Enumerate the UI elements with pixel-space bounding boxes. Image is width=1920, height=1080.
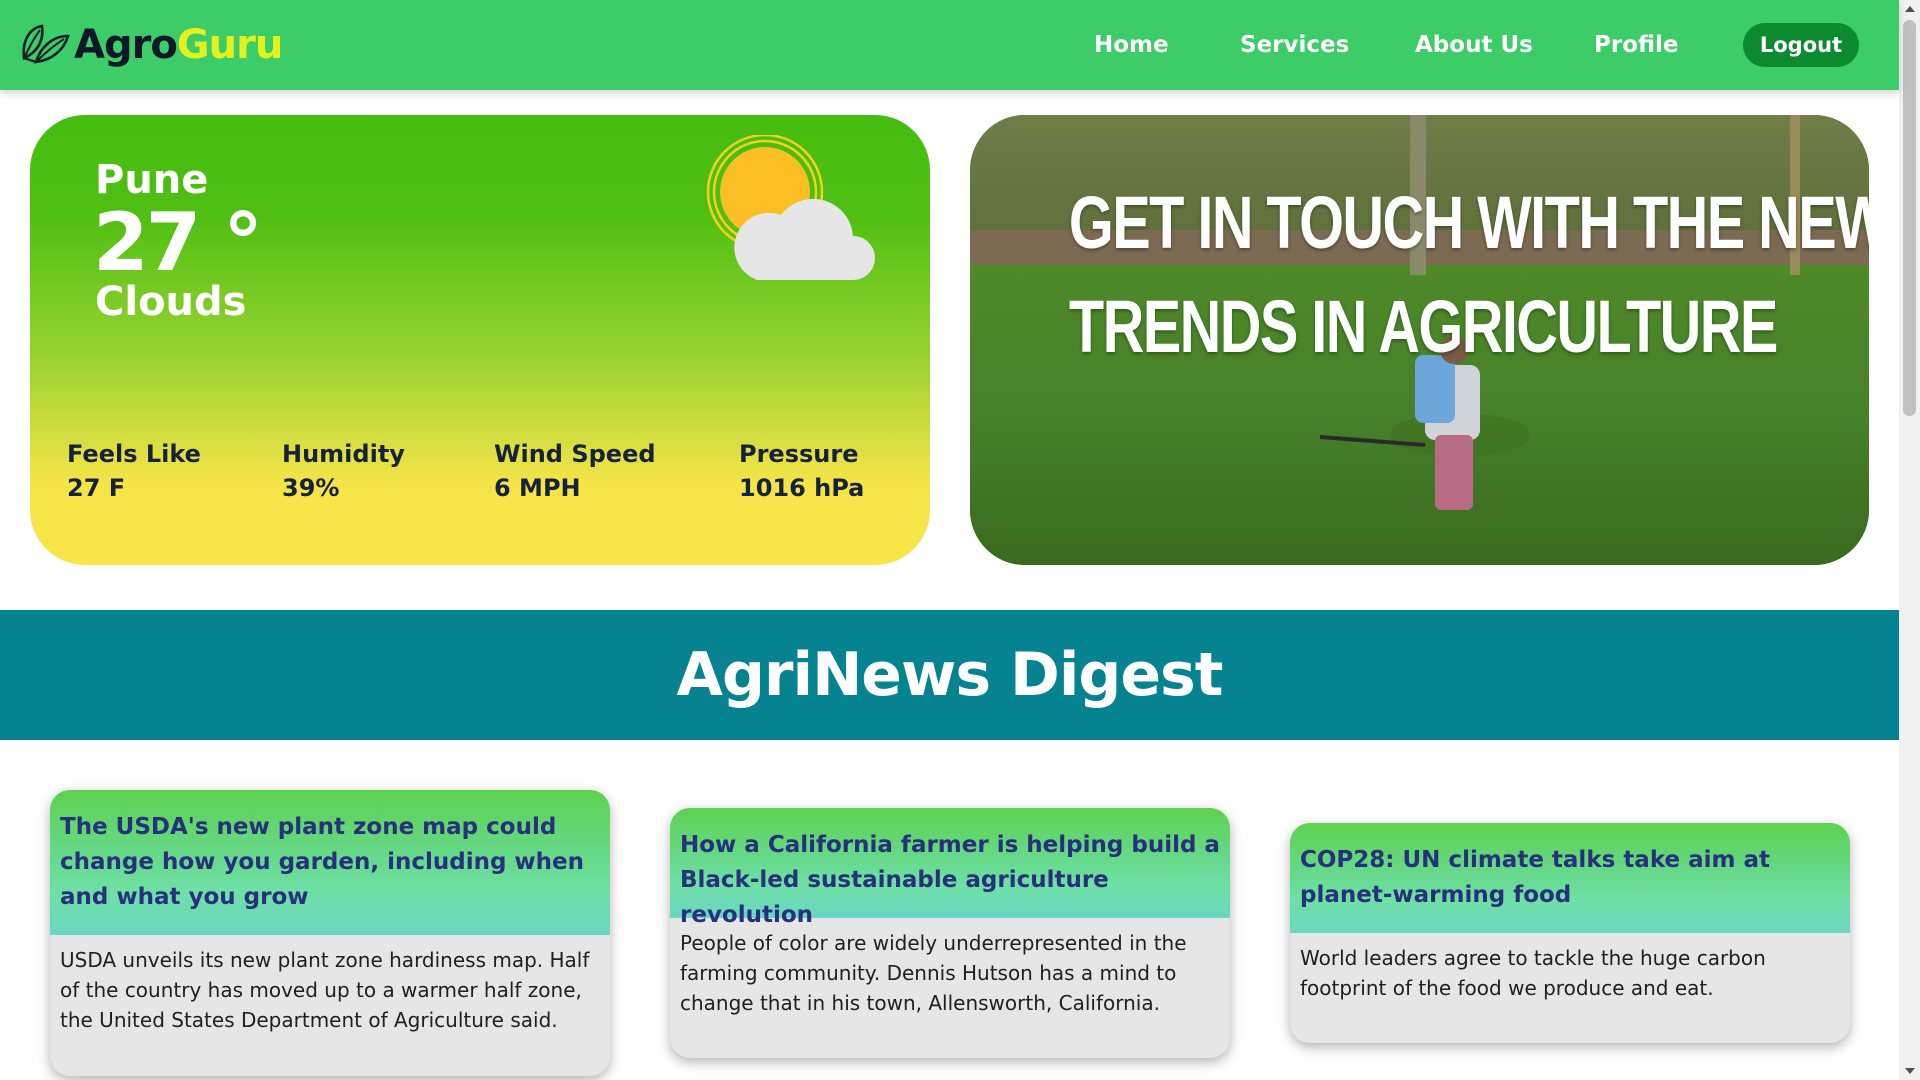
stat-value: 1016 hPa (739, 474, 865, 502)
news-card[interactable]: The USDA's new plant zone map could chan… (50, 790, 610, 1076)
weather-description: Clouds (95, 279, 247, 325)
news-card[interactable]: COP28: UN climate talks take aim at plan… (1290, 823, 1850, 1043)
news-card-body: World leaders agree to tackle the huge c… (1290, 933, 1850, 1003)
weather-stat-feels-like: Feels Like 27 F (67, 437, 201, 505)
navbar: AgroGuru Home Services About Us Profile … (0, 0, 1899, 90)
news-card-summary: World leaders agree to tackle the huge c… (1300, 946, 1766, 1000)
vertical-scrollbar[interactable] (1899, 0, 1920, 1080)
logout-button[interactable]: Logout (1743, 23, 1859, 67)
weather-card: Pune 27 ° Clouds Feels Like 27 F Humidit… (30, 115, 930, 565)
stat-label: Humidity (282, 440, 405, 468)
brand-logo[interactable]: AgroGuru (18, 18, 284, 72)
news-card-header: How a California farmer is helping build… (670, 808, 1230, 928)
stat-label: Feels Like (67, 440, 201, 468)
scroll-up-arrow-icon[interactable] (1905, 6, 1915, 12)
stat-value: 6 MPH (494, 474, 581, 502)
stat-value: 27 F (67, 474, 126, 502)
leaf-logo-icon (22, 24, 70, 64)
news-card-title[interactable]: COP28: UN climate talks take aim at plan… (1300, 843, 1840, 913)
news-card-header: COP28: UN climate talks take aim at plan… (1290, 823, 1850, 933)
news-card[interactable]: How a California farmer is helping build… (670, 808, 1230, 1058)
weather-stat-pressure: Pressure 1016 hPa (739, 437, 864, 505)
weather-stat-wind-speed: Wind Speed 6 MPH (494, 437, 656, 505)
hero-headline-line2: TRENDS IN AGRICULTURE (1068, 285, 1779, 368)
brand-name: AgroGuru (74, 18, 284, 72)
weather-stat-humidity: Humidity 39% (282, 437, 405, 505)
hero-banner: GET IN TOUCH WITH THE NEW TRENDS IN AGRI… (970, 115, 1869, 565)
news-card-title[interactable]: The USDA's new plant zone map could chan… (60, 810, 600, 915)
brand-name-part2: Guru (176, 22, 284, 68)
brand-name-part1: Agro (74, 22, 178, 68)
news-section-banner: AgriNews Digest (0, 610, 1899, 740)
news-card-header: The USDA's new plant zone map could chan… (50, 790, 610, 935)
scrollbar-thumb[interactable] (1903, 20, 1916, 416)
nav-link-about-us[interactable]: About Us (1415, 30, 1533, 60)
news-card-body: People of color are widely underrepresen… (670, 918, 1230, 1018)
nav-link-profile[interactable]: Profile (1594, 30, 1679, 60)
news-card-summary: USDA unveils its new plant zone hardines… (60, 948, 590, 1032)
hero-headline-line1: GET IN TOUCH WITH THE NEW (1068, 181, 1869, 264)
sun-cloud-icon (706, 135, 875, 280)
news-section-title: AgriNews Digest (676, 640, 1224, 710)
stat-label: Wind Speed (494, 440, 656, 468)
scroll-down-arrow-icon[interactable] (1905, 1068, 1915, 1074)
stat-value: 39% (282, 474, 340, 502)
page: AgroGuru Home Services About Us Profile … (0, 0, 1920, 1080)
nav-link-services[interactable]: Services (1240, 30, 1349, 60)
news-card-body: USDA unveils its new plant zone hardines… (50, 935, 610, 1035)
news-card-summary: People of color are widely underrepresen… (680, 931, 1187, 1015)
stat-label: Pressure (739, 440, 859, 468)
nav-link-home[interactable]: Home (1094, 30, 1169, 60)
